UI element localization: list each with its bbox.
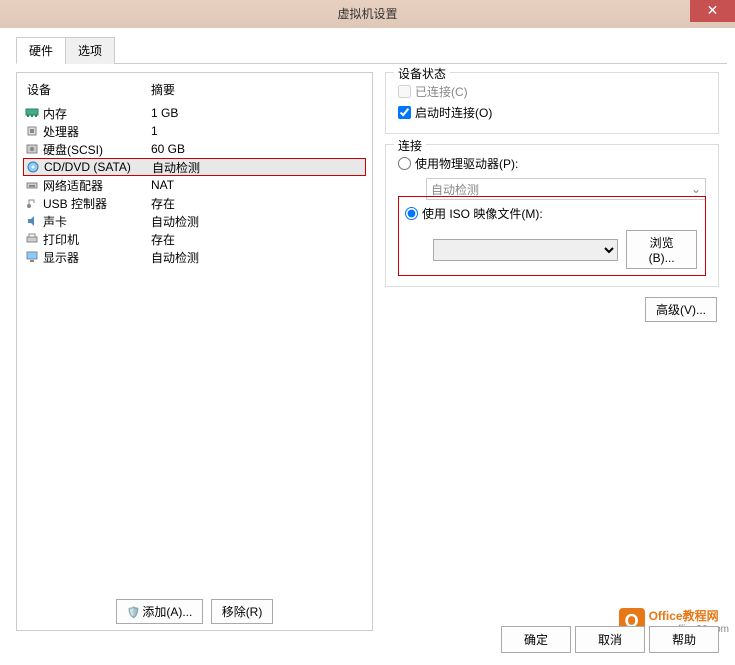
connected-checkbox: [398, 85, 411, 98]
device-status-title: 设备状态: [394, 65, 450, 82]
iso-radio[interactable]: [405, 207, 418, 220]
window-title: 虚拟机设置: [337, 7, 397, 21]
hardware-list-header: 设备 摘要: [23, 79, 366, 104]
physical-drive-row: 使用物理驱动器(P):: [398, 153, 706, 174]
hardware-buttons: 🛡️添加(A)... 移除(R): [23, 587, 366, 624]
hardware-list: 设备 摘要 内存1 GB处理器1硬盘(SCSI)60 GBCD/DVD (SAT…: [23, 79, 366, 587]
connect-poweron-checkbox[interactable]: [398, 106, 411, 119]
iso-path-select[interactable]: [433, 239, 618, 261]
iso-highlight-box: 使用 ISO 映像文件(M): 浏览(B)...: [398, 196, 706, 276]
col-summary: 摘要: [151, 81, 175, 98]
dialog-body: 硬件 选项 设备 摘要 内存1 GB处理器1硬盘(SCSI)60 GBCD/DV…: [0, 28, 735, 665]
hardware-summary: 60 GB: [151, 142, 185, 156]
cancel-button[interactable]: 取消: [575, 626, 645, 653]
hardware-summary: 1: [151, 124, 158, 138]
shield-icon: 🛡️: [127, 607, 141, 619]
browse-button[interactable]: 浏览(B)...: [626, 230, 697, 269]
hardware-name: 硬盘(SCSI): [43, 141, 151, 158]
settings-panel: 设备状态 已连接(C) 启动时连接(O) 连接 使用物理驱动器(P): 自动检测: [373, 72, 719, 631]
hardware-panel: 设备 摘要 内存1 GB处理器1硬盘(SCSI)60 GBCD/DVD (SAT…: [16, 72, 373, 631]
cd-icon: [24, 159, 42, 175]
hardware-row[interactable]: 显示器自动检测: [23, 248, 366, 266]
ok-button[interactable]: 确定: [501, 626, 571, 653]
hardware-name: CD/DVD (SATA): [44, 160, 152, 174]
close-button[interactable]: ✕: [690, 0, 735, 22]
hardware-summary: 自动检测: [151, 213, 199, 230]
advanced-row: 高级(V)...: [385, 297, 719, 322]
help-button[interactable]: 帮助: [649, 626, 719, 653]
hardware-name: 网络适配器: [43, 177, 151, 194]
tab-bar: 硬件 选项: [16, 36, 727, 64]
connection-group: 连接 使用物理驱动器(P): 自动检测 ⌄ 使用 ISO 映像文件(M):: [385, 144, 719, 287]
hardware-name: 内存: [43, 105, 151, 122]
hardware-row[interactable]: 打印机存在: [23, 230, 366, 248]
device-status-group: 设备状态 已连接(C) 启动时连接(O): [385, 72, 719, 134]
hardware-name: 显示器: [43, 249, 151, 266]
hardware-summary: 自动检测: [151, 249, 199, 266]
hdd-icon: [23, 141, 41, 157]
tab-options[interactable]: 选项: [65, 37, 115, 64]
content-area: 设备 摘要 内存1 GB处理器1硬盘(SCSI)60 GBCD/DVD (SAT…: [8, 64, 727, 639]
connected-row: 已连接(C): [398, 81, 706, 102]
chevron-down-icon: ⌄: [691, 182, 701, 196]
add-button[interactable]: 🛡️添加(A)...: [116, 599, 204, 624]
hardware-row[interactable]: 硬盘(SCSI)60 GB: [23, 140, 366, 158]
hardware-name: 声卡: [43, 213, 151, 230]
hardware-row[interactable]: 处理器1: [23, 122, 366, 140]
cpu-icon: [23, 123, 41, 139]
hardware-name: 打印机: [43, 231, 151, 248]
hardware-name: 处理器: [43, 123, 151, 140]
sound-icon: [23, 213, 41, 229]
remove-button[interactable]: 移除(R): [211, 599, 274, 624]
net-icon: [23, 177, 41, 193]
hardware-summary: 1 GB: [151, 106, 178, 120]
display-icon: [23, 249, 41, 265]
titlebar: 虚拟机设置 ✕: [0, 0, 735, 28]
hardware-name: USB 控制器: [43, 195, 151, 212]
hardware-row[interactable]: 网络适配器NAT: [23, 176, 366, 194]
usb-icon: [23, 195, 41, 211]
hardware-row[interactable]: CD/DVD (SATA)自动检测: [23, 158, 366, 176]
hardware-summary: 自动检测: [152, 159, 200, 176]
physical-drive-radio[interactable]: [398, 157, 411, 170]
memory-icon: [23, 105, 41, 121]
hardware-row[interactable]: USB 控制器存在: [23, 194, 366, 212]
connect-poweron-row: 启动时连接(O): [398, 102, 706, 123]
iso-row: 使用 ISO 映像文件(M):: [405, 203, 699, 224]
hardware-summary: NAT: [151, 178, 174, 192]
tab-hardware[interactable]: 硬件: [16, 37, 66, 64]
hardware-summary: 存在: [151, 195, 175, 212]
hardware-row[interactable]: 声卡自动检测: [23, 212, 366, 230]
hardware-summary: 存在: [151, 231, 175, 248]
footer-buttons: 确定 取消 帮助: [499, 626, 721, 653]
advanced-button[interactable]: 高级(V)...: [645, 297, 717, 322]
hardware-row[interactable]: 内存1 GB: [23, 104, 366, 122]
printer-icon: [23, 231, 41, 247]
connection-title: 连接: [394, 137, 426, 154]
iso-input-row: 浏览(B)...: [433, 230, 699, 269]
col-device: 设备: [23, 81, 151, 98]
